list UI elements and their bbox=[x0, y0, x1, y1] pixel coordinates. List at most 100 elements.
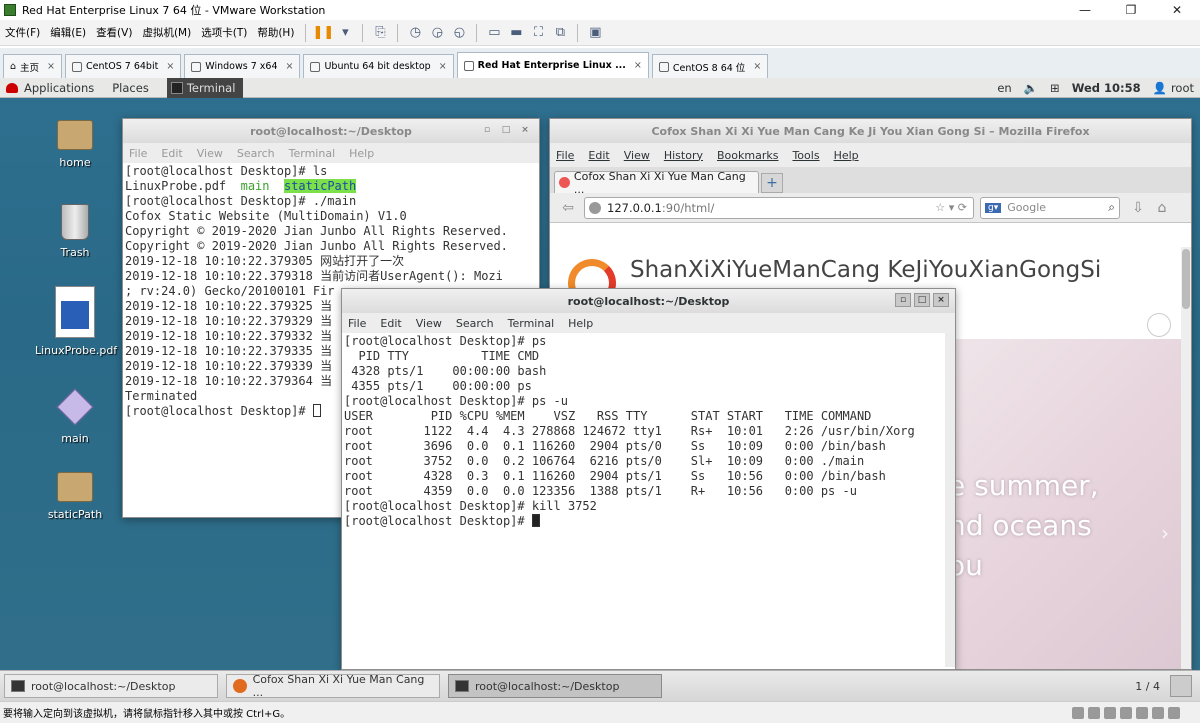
desktop-icon-trash[interactable]: Trash bbox=[35, 204, 115, 259]
desktop-icon-staticpath[interactable]: staticPath bbox=[35, 472, 115, 521]
menu-edit[interactable]: Edit bbox=[380, 317, 401, 330]
taskbar-item-firefox[interactable]: Cofox Shan Xi Xi Yue Man Cang ... bbox=[226, 673, 440, 699]
url-bar[interactable]: 127.0.0.1:90/html/ ☆ ▾ ⟳ bbox=[584, 196, 974, 219]
menu-search[interactable]: Search bbox=[456, 317, 494, 330]
console-view-icon[interactable]: ▣ bbox=[584, 23, 606, 43]
menu-bookmarks[interactable]: Bookmarks bbox=[717, 149, 778, 162]
menu-tabs[interactable]: 选项卡(T) bbox=[196, 25, 252, 40]
menu-help[interactable]: Help bbox=[568, 317, 593, 330]
clock[interactable]: Wed 10:58 bbox=[1072, 81, 1141, 95]
menu-file[interactable]: 文件(F) bbox=[0, 25, 45, 40]
menu-history[interactable]: History bbox=[664, 149, 703, 162]
browser-tab[interactable]: Cofox Shan Xi Xi Yue Man Cang ... bbox=[554, 170, 759, 196]
downloads-icon[interactable]: ⇩ bbox=[1126, 197, 1150, 219]
menu-help[interactable]: Help bbox=[349, 147, 374, 160]
menu-vm[interactable]: 虚拟机(M) bbox=[137, 25, 196, 40]
desktop-icon-pdf[interactable]: LinuxProbe.pdf bbox=[35, 286, 117, 357]
close-icon[interactable]: × bbox=[286, 61, 294, 72]
desktop-icon-home[interactable]: home bbox=[35, 120, 115, 169]
menu-view[interactable]: View bbox=[416, 317, 442, 330]
menu-terminal[interactable]: Terminal bbox=[289, 147, 336, 160]
network-icon[interactable]: ⊞ bbox=[1050, 81, 1060, 95]
menu-help[interactable]: Help bbox=[834, 149, 859, 162]
carousel-next-icon[interactable]: › bbox=[1161, 521, 1169, 545]
scrollbar[interactable] bbox=[1181, 247, 1191, 669]
input-language[interactable]: en bbox=[997, 81, 1011, 95]
google-engine-icon[interactable]: g▾ bbox=[985, 202, 1002, 213]
menu-edit[interactable]: Edit bbox=[161, 147, 182, 160]
unity-icon[interactable]: ⧉ bbox=[549, 23, 571, 43]
back-icon[interactable]: ⇦ bbox=[556, 197, 580, 219]
network-adapter-icon[interactable] bbox=[1104, 706, 1116, 719]
taskbar-item-terminal-active[interactable]: root@localhost:~/Desktop bbox=[448, 674, 662, 698]
menu-view[interactable]: View bbox=[624, 149, 650, 162]
printer-icon[interactable] bbox=[1152, 706, 1164, 719]
vm-tab-centos7[interactable]: CentOS 7 64bit × bbox=[65, 54, 182, 78]
bookmark-star-reload-icons[interactable]: ☆ ▾ ⟳ bbox=[935, 201, 967, 214]
close-icon[interactable]: × bbox=[166, 61, 174, 72]
thumbnail-bar-icon[interactable]: ▬ bbox=[505, 23, 527, 43]
menu-view[interactable]: View bbox=[197, 147, 223, 160]
places-menu[interactable]: Places bbox=[112, 81, 149, 95]
minimize-button[interactable]: — bbox=[1062, 0, 1108, 20]
usb-icon[interactable] bbox=[1120, 706, 1132, 719]
minimize-icon[interactable]: ▫ bbox=[895, 293, 911, 307]
maximize-icon[interactable]: □ bbox=[914, 293, 930, 307]
sound-icon[interactable] bbox=[1136, 706, 1148, 719]
menu-file[interactable]: File bbox=[129, 147, 147, 160]
restore-button[interactable]: ❐ bbox=[1108, 0, 1154, 20]
volume-icon[interactable]: 🔈 bbox=[1024, 81, 1038, 95]
hdd-icon[interactable] bbox=[1072, 706, 1084, 719]
search-icon[interactable]: ⌕ bbox=[1108, 200, 1115, 215]
active-app-indicator[interactable]: Terminal bbox=[166, 78, 244, 98]
workspace-indicator[interactable]: 1 / 4 bbox=[1135, 680, 1160, 693]
search-input[interactable]: g▾ Google ⌕ bbox=[980, 196, 1120, 219]
minimize-icon[interactable]: ▫ bbox=[479, 123, 495, 137]
pause-icon[interactable]: ❚❚ bbox=[312, 23, 335, 43]
user-menu[interactable]: root bbox=[1171, 81, 1194, 95]
taskbar-item-terminal[interactable]: root@localhost:~/Desktop bbox=[4, 674, 218, 698]
menu-help[interactable]: 帮助(H) bbox=[252, 25, 299, 40]
vm-tab-windows7[interactable]: Windows 7 x64 × bbox=[184, 54, 301, 78]
vm-tab-home[interactable]: ⌂ 主页 × bbox=[3, 54, 63, 78]
home-icon[interactable]: ⌂ bbox=[1150, 197, 1174, 219]
close-icon[interactable]: × bbox=[634, 60, 642, 71]
close-icon[interactable]: × bbox=[47, 61, 55, 72]
menu-file[interactable]: File bbox=[556, 149, 574, 162]
menu-file[interactable]: File bbox=[348, 317, 366, 330]
cdrom-icon[interactable] bbox=[1088, 706, 1100, 719]
display-icon[interactable] bbox=[1168, 706, 1180, 719]
window-titlebar[interactable]: Cofox Shan Xi Xi Yue Man Cang Ke Ji You … bbox=[550, 119, 1191, 143]
vm-tab-rhel7[interactable]: Red Hat Enterprise Linux ... × bbox=[456, 52, 649, 78]
menu-edit[interactable]: 编辑(E) bbox=[45, 25, 91, 40]
terminal-window-active[interactable]: root@localhost:~/Desktop ▫ □ × File Edit… bbox=[341, 288, 956, 670]
close-icon[interactable]: × bbox=[439, 61, 447, 72]
desktop-icon-main[interactable]: main bbox=[35, 388, 115, 445]
show-library-icon[interactable]: ▭ bbox=[483, 23, 505, 43]
close-icon[interactable]: × bbox=[753, 61, 761, 72]
terminal-output[interactable]: [root@localhost Desktop]# ps PID TTY TIM… bbox=[342, 333, 955, 667]
close-button[interactable]: ✕ bbox=[1154, 0, 1200, 20]
vm-tab-ubuntu[interactable]: Ubuntu 64 bit desktop × bbox=[303, 54, 454, 78]
workspace-switcher[interactable] bbox=[1170, 675, 1192, 697]
window-titlebar[interactable]: root@localhost:~/Desktop ▫ □ × bbox=[123, 119, 539, 143]
window-titlebar[interactable]: root@localhost:~/Desktop ▫ □ × bbox=[342, 289, 955, 313]
menu-view[interactable]: 查看(V) bbox=[91, 25, 137, 40]
snapshot-manager-icon[interactable]: ◵ bbox=[448, 23, 470, 43]
revert-snapshot-icon[interactable]: ◶ bbox=[426, 23, 448, 43]
send-ctrl-alt-del-icon[interactable]: ⎘ bbox=[369, 23, 391, 43]
menu-terminal[interactable]: Terminal bbox=[508, 317, 555, 330]
menu-search[interactable]: Search bbox=[237, 147, 275, 160]
dropdown-arrow-icon[interactable]: ▾ bbox=[334, 23, 356, 43]
menu-tools[interactable]: Tools bbox=[792, 149, 819, 162]
menu-edit[interactable]: Edit bbox=[588, 149, 609, 162]
maximize-icon[interactable]: □ bbox=[498, 123, 514, 137]
full-screen-icon[interactable]: ⛶ bbox=[527, 23, 549, 43]
applications-menu[interactable]: Applications bbox=[24, 81, 94, 95]
guest-screen[interactable]: Applications Places Terminal en 🔈 ⊞ Wed … bbox=[0, 78, 1200, 701]
vm-tab-centos8[interactable]: CentOS 8 64 位 × bbox=[651, 54, 769, 78]
scrollbar-thumb[interactable] bbox=[1182, 249, 1190, 309]
close-icon[interactable]: × bbox=[933, 293, 949, 307]
snapshot-icon[interactable]: ◷ bbox=[404, 23, 426, 43]
close-icon[interactable]: × bbox=[517, 123, 533, 137]
